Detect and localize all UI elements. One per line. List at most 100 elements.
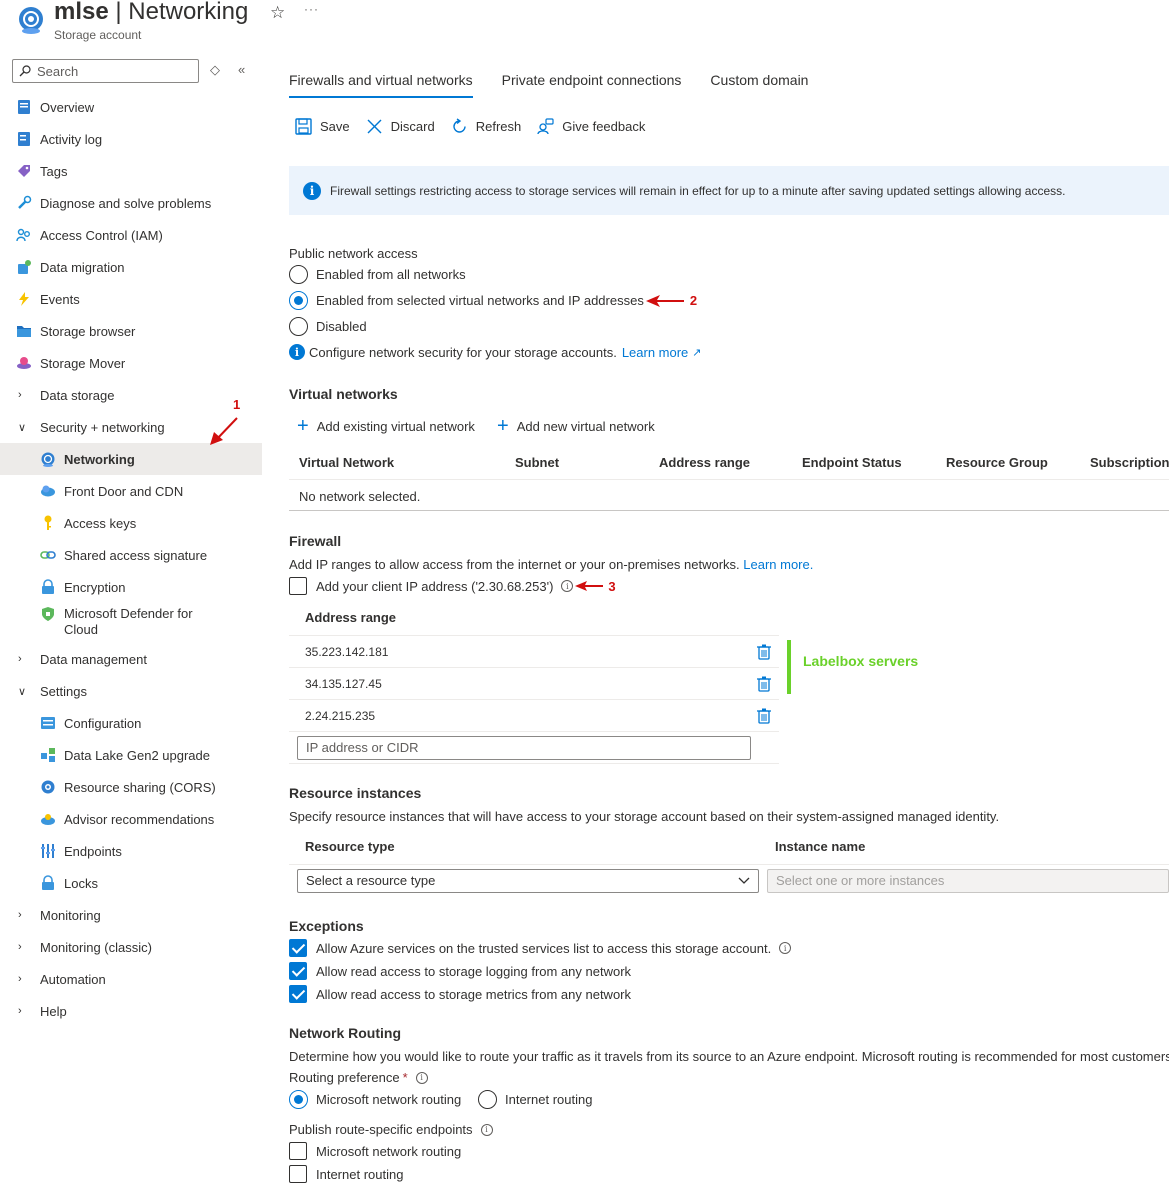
radio-circle[interactable] bbox=[289, 265, 308, 284]
info-icon[interactable]: i bbox=[480, 1123, 493, 1136]
sidebar-item-data-migration[interactable]: Data migration bbox=[0, 251, 262, 283]
col-subnet: Subnet bbox=[515, 455, 560, 470]
info-icon[interactable]: i bbox=[779, 942, 792, 954]
sort-icon[interactable]: ◇ bbox=[210, 62, 220, 78]
sidebar-item-microsoft-defender-for-cloud[interactable]: Microsoft Defender for Cloud bbox=[0, 603, 262, 643]
sidebar-item-storage-browser[interactable]: Storage browser bbox=[0, 315, 262, 347]
sidebar-item-activity-log[interactable]: Activity log bbox=[0, 123, 262, 155]
discard-button[interactable]: Discard bbox=[366, 118, 435, 135]
exception-label: Allow Azure services on the trusted serv… bbox=[316, 940, 772, 956]
trash-icon[interactable] bbox=[757, 644, 771, 660]
upgrade-icon bbox=[41, 748, 55, 762]
sidebar-item-diagnose-and-solve-problems[interactable]: Diagnose and solve problems bbox=[0, 187, 262, 219]
radio-circle[interactable] bbox=[478, 1090, 497, 1109]
radio-circle-selected[interactable] bbox=[289, 1090, 308, 1109]
radio-circle-selected[interactable] bbox=[289, 291, 308, 310]
sidebar-item-settings[interactable]: ∨ Settings bbox=[0, 675, 262, 707]
radio-disabled[interactable]: Disabled bbox=[289, 317, 367, 336]
exception-logging[interactable]: Allow read access to storage logging fro… bbox=[289, 962, 631, 980]
sidebar-search-input[interactable]: Search bbox=[12, 59, 199, 83]
publish-microsoft-checkbox[interactable]: Microsoft network routing bbox=[289, 1142, 461, 1160]
sidebar-item-label: Monitoring bbox=[40, 907, 101, 923]
sidebar-item-networking[interactable]: Networking bbox=[0, 443, 262, 475]
sidebar-item-resource-sharing-cors[interactable]: Resource sharing (CORS) bbox=[0, 771, 262, 803]
more-options-icon[interactable]: ··· bbox=[304, 2, 319, 16]
sidebar-item-data-management[interactable]: › Data management bbox=[0, 643, 262, 675]
sidebar-item-advisor-recommendations[interactable]: Advisor recommendations bbox=[0, 803, 262, 835]
chevron-right-icon[interactable]: › bbox=[18, 941, 32, 953]
sidebar-item-help[interactable]: › Help bbox=[0, 995, 262, 1027]
sidebar-item-events[interactable]: Events bbox=[0, 283, 262, 315]
collapse-sidebar-icon[interactable]: « bbox=[238, 62, 245, 77]
exception-metrics[interactable]: Allow read access to storage metrics fro… bbox=[289, 985, 631, 1003]
checkbox[interactable] bbox=[289, 1142, 307, 1160]
tab-firewalls[interactable]: Firewalls and virtual networks bbox=[289, 72, 473, 98]
give-feedback-button[interactable]: Give feedback bbox=[537, 118, 645, 135]
chevron-right-icon[interactable]: › bbox=[18, 389, 32, 401]
checkbox-checked[interactable] bbox=[289, 985, 307, 1003]
chevron-right-icon[interactable]: › bbox=[18, 1005, 32, 1017]
refresh-button[interactable]: Refresh bbox=[451, 118, 521, 135]
resource-type-dropdown[interactable]: Select a resource type bbox=[297, 869, 759, 893]
client-ip-checkbox-row[interactable]: Add your client IP address ('2.30.68.253… bbox=[289, 577, 616, 595]
sidebar-item-locks[interactable]: Locks bbox=[0, 867, 262, 899]
tab-private-endpoints[interactable]: Private endpoint connections bbox=[502, 72, 682, 98]
migration-icon bbox=[18, 260, 31, 274]
radio-selected-networks[interactable]: Enabled from selected virtual networks a… bbox=[289, 291, 697, 310]
sidebar-item-storage-mover[interactable]: Storage Mover bbox=[0, 347, 262, 379]
favorite-star-icon[interactable]: ☆ bbox=[270, 3, 285, 23]
sidebar-item-configuration[interactable]: Configuration bbox=[0, 707, 262, 739]
radio-label: Internet routing bbox=[505, 1092, 593, 1107]
trash-icon[interactable] bbox=[757, 708, 771, 724]
exception-trusted-services[interactable]: Allow Azure services on the trusted serv… bbox=[289, 939, 792, 957]
radio-microsoft-routing[interactable]: Microsoft network routing bbox=[289, 1090, 461, 1109]
sidebar-item-label: Networking bbox=[64, 451, 135, 467]
checkbox-checked[interactable] bbox=[289, 939, 307, 957]
routing-preference-label: Routing preference * i bbox=[289, 1070, 428, 1085]
search-placeholder: Search bbox=[37, 63, 79, 79]
col-resource-group: Resource Group bbox=[946, 455, 1048, 470]
learn-more-link[interactable]: Learn more bbox=[622, 345, 688, 360]
annotation-step-1: 1 bbox=[233, 397, 241, 412]
instance-name-dropdown[interactable]: Select one or more instances bbox=[767, 869, 1169, 893]
command-bar: Save Discard Refresh Give feedback bbox=[295, 118, 661, 135]
sidebar-item-endpoints[interactable]: Endpoints bbox=[0, 835, 262, 867]
chevron-down-icon[interactable]: ∨ bbox=[18, 421, 32, 434]
chevron-down-icon[interactable]: ∨ bbox=[18, 685, 32, 698]
sidebar-item-tags[interactable]: Tags bbox=[0, 155, 262, 187]
sidebar-item-monitoring-classic[interactable]: › Monitoring (classic) bbox=[0, 931, 262, 963]
configuration-icon bbox=[41, 717, 55, 729]
client-ip-checkbox[interactable] bbox=[289, 577, 307, 595]
publish-internet-checkbox[interactable]: Internet routing bbox=[289, 1165, 403, 1183]
sidebar-item-access-keys[interactable]: Access keys bbox=[0, 507, 262, 539]
trash-icon[interactable] bbox=[757, 676, 771, 692]
sidebar-item-monitoring[interactable]: › Monitoring bbox=[0, 899, 262, 931]
chevron-right-icon[interactable]: › bbox=[18, 653, 32, 665]
add-existing-vnet-button[interactable]: + Add existing virtual network bbox=[297, 416, 475, 436]
sidebar-item-encryption[interactable]: Encryption bbox=[0, 571, 262, 603]
radio-all-networks[interactable]: Enabled from all networks bbox=[289, 265, 466, 284]
sidebar-item-front-door-and-cdn[interactable]: Front Door and CDN bbox=[0, 475, 262, 507]
ip-address-input[interactable]: IP address or CIDR bbox=[297, 736, 751, 760]
checkbox[interactable] bbox=[289, 1165, 307, 1183]
chevron-right-icon[interactable]: › bbox=[18, 973, 32, 985]
info-icon[interactable]: i bbox=[415, 1071, 428, 1084]
chevron-right-icon[interactable]: › bbox=[18, 909, 32, 921]
firewall-learn-more-link[interactable]: Learn more. bbox=[743, 557, 813, 572]
save-button[interactable]: Save bbox=[295, 118, 350, 135]
radio-internet-routing[interactable]: Internet routing bbox=[478, 1090, 592, 1109]
sidebar-item-data-storage[interactable]: › Data storage bbox=[0, 379, 262, 411]
sidebar-item-shared-access-signature[interactable]: Shared access signature bbox=[0, 539, 262, 571]
tab-custom-domain[interactable]: Custom domain bbox=[710, 72, 808, 98]
sidebar-item-automation[interactable]: › Automation bbox=[0, 963, 262, 995]
checkbox-checked[interactable] bbox=[289, 962, 307, 980]
sidebar-item-access-control-iam[interactable]: Access Control (IAM) bbox=[0, 219, 262, 251]
lightning-icon bbox=[19, 292, 29, 306]
info-icon[interactable]: i bbox=[561, 580, 574, 592]
radio-circle[interactable] bbox=[289, 317, 308, 336]
resource-type: Storage account bbox=[54, 28, 142, 42]
sidebar-item-data-lake-gen2-upgrade[interactable]: Data Lake Gen2 upgrade bbox=[0, 739, 262, 771]
sidebar-item-overview[interactable]: Overview bbox=[0, 91, 262, 123]
add-new-vnet-button[interactable]: + Add new virtual network bbox=[497, 416, 655, 436]
table-row: 35.223.142.181 bbox=[289, 636, 779, 668]
